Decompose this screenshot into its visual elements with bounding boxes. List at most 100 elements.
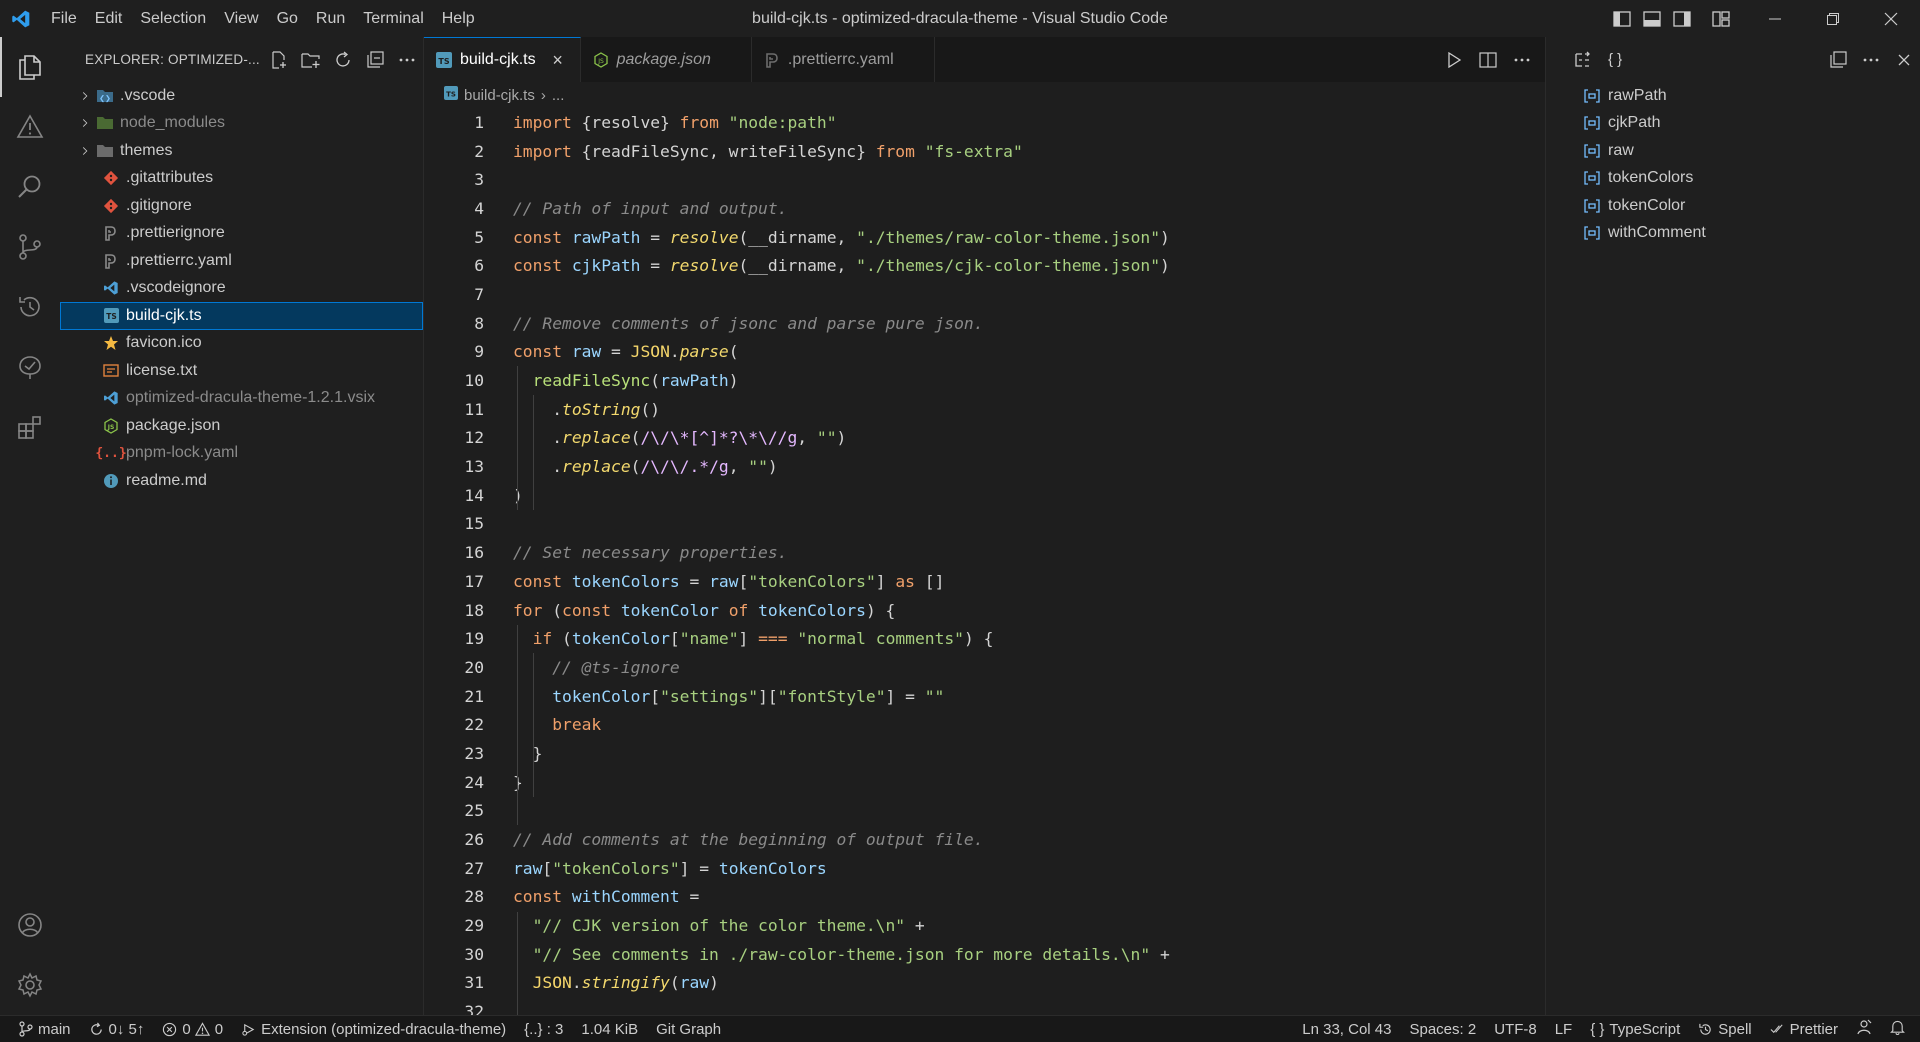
outline-item[interactable]: withComment	[1546, 220, 1920, 248]
menu-terminal[interactable]: Terminal	[354, 0, 432, 37]
problems-icon[interactable]	[0, 97, 60, 157]
file-item[interactable]: license.txt	[60, 357, 423, 385]
refresh-icon[interactable]	[327, 51, 359, 69]
file-item[interactable]: optimized-dracula-theme-1.2.1.vsix	[60, 385, 423, 413]
toggle-primary-sidebar-button[interactable]	[1608, 5, 1636, 33]
extensions-icon[interactable]	[0, 397, 60, 457]
file-item[interactable]: .prettierignore	[60, 220, 423, 248]
toggle-secondary-sidebar-button[interactable]	[1668, 5, 1696, 33]
testing-icon[interactable]	[0, 337, 60, 397]
chevron-right-icon[interactable]	[60, 89, 88, 103]
bracket-status[interactable]: {..} : 3	[515, 1016, 572, 1042]
file-item[interactable]: JS package.json	[60, 412, 423, 440]
breadcrumb-file[interactable]: build-cjk.ts	[464, 87, 535, 104]
notifications-status[interactable]	[1881, 1016, 1914, 1042]
restore-button[interactable]	[1804, 0, 1862, 37]
accounts-icon[interactable]	[0, 895, 60, 955]
outline-view-icon[interactable]	[1574, 51, 1594, 69]
breadcrumb-symbol[interactable]: ...	[552, 87, 565, 104]
language-status[interactable]: { } TypeScript	[1581, 1016, 1689, 1042]
file-name: .gitattributes	[126, 169, 214, 187]
menu-selection[interactable]: Selection	[131, 0, 215, 37]
cursor-position-status[interactable]: Ln 33, Col 43	[1293, 1016, 1400, 1042]
file-item[interactable]: TS build-cjk.ts	[60, 302, 423, 330]
feedback-status[interactable]	[1847, 1016, 1881, 1042]
collapse-all-icon[interactable]	[1821, 50, 1854, 69]
explorer-header: EXPLORER: OPTIMIZED-...	[60, 37, 423, 82]
collapse-all-icon[interactable]	[359, 50, 391, 69]
folder-item[interactable]: themes	[60, 137, 423, 165]
sync-status[interactable]: 0↓ 5↑	[80, 1016, 154, 1042]
problems-status[interactable]: 0 0	[153, 1016, 232, 1042]
eol: LF	[1554, 1020, 1573, 1038]
extension-status[interactable]: Extension (optimized-dracula-theme)	[232, 1016, 515, 1042]
folder-item[interactable]: node_modules	[60, 110, 423, 138]
chevron-right-icon[interactable]	[60, 144, 88, 158]
filesize-status[interactable]: 1.04 KiB	[572, 1016, 647, 1042]
file-item[interactable]: {..} pnpm-lock.yaml	[60, 440, 423, 468]
more-actions-icon[interactable]	[1505, 57, 1539, 63]
more-actions-icon[interactable]	[1854, 57, 1887, 63]
file-name: pnpm-lock.yaml	[126, 444, 239, 462]
file-name: .vscodeignore	[126, 279, 226, 297]
menu-help[interactable]: Help	[433, 0, 484, 37]
new-folder-icon[interactable]	[295, 51, 327, 69]
code-text: readFileSync(rawPath)	[532, 371, 739, 391]
info-icon	[100, 471, 122, 491]
folder-item[interactable]: ❮❯ .vscode	[60, 82, 423, 110]
eol-status[interactable]: LF	[1546, 1016, 1582, 1042]
prettier-status[interactable]: Prettier	[1761, 1016, 1847, 1042]
menu-go[interactable]: Go	[268, 0, 307, 37]
source-control-icon[interactable]	[0, 217, 60, 277]
code-editor[interactable]: 1 import {resolve} from "node:path" 2 impor…	[424, 108, 1545, 1015]
close-icon[interactable]	[1887, 53, 1920, 67]
close-icon[interactable]: ×	[550, 50, 566, 71]
indentation-status[interactable]: Spaces: 2	[1400, 1016, 1485, 1042]
tab-prettierrc[interactable]: .prettierrc.yaml	[751, 37, 935, 82]
code-line: 8 // Remove comments of jsonc and parse p…	[424, 309, 1545, 338]
close-window-button[interactable]	[1862, 0, 1920, 37]
file-name: optimized-dracula-theme-1.2.1.vsix	[126, 389, 375, 407]
braces-icon[interactable]: { }	[1608, 51, 1622, 68]
file-item[interactable]: readme.md	[60, 467, 423, 495]
code-line: 31 JSON.stringify(raw)	[424, 969, 1545, 998]
spell-status[interactable]: Spell	[1689, 1016, 1760, 1042]
timeline-icon[interactable]	[0, 277, 60, 337]
customize-layout-button[interactable]	[1707, 5, 1735, 33]
chevron-right-icon[interactable]	[60, 116, 88, 130]
more-actions-icon[interactable]	[391, 57, 423, 63]
tab-package-json[interactable]: JS package.json	[580, 37, 752, 82]
explorer-icon[interactable]	[0, 37, 60, 97]
code-line: 19 if (tokenColor["name"] === "normal co…	[424, 624, 1545, 653]
tab-build-cjk[interactable]: TS build-cjk.ts ×	[424, 37, 581, 82]
encoding-status[interactable]: UTF-8	[1485, 1016, 1546, 1042]
indent-guide	[517, 911, 518, 1015]
code-text: raw["tokenColors"] = tokenColors	[513, 858, 827, 878]
license-icon	[100, 361, 122, 381]
outline-item[interactable]: raw	[1546, 137, 1920, 165]
file-item[interactable]: favicon.ico	[60, 330, 423, 358]
file-item[interactable]: .gitignore	[60, 192, 423, 220]
menu-file[interactable]: File	[42, 0, 86, 37]
code-line: 21 tokenColor["settings"]["fontStyle"] =…	[424, 682, 1545, 711]
minimize-button[interactable]	[1746, 0, 1804, 37]
code-text: // Remove comments of jsonc and parse pu…	[513, 313, 984, 333]
file-item[interactable]: .gitattributes	[60, 165, 423, 193]
menu-edit[interactable]: Edit	[86, 0, 132, 37]
outline-item[interactable]: tokenColor	[1546, 192, 1920, 220]
menu-view[interactable]: View	[215, 0, 267, 37]
file-item[interactable]: .prettierrc.yaml	[60, 247, 423, 275]
outline-item[interactable]: rawPath	[1546, 82, 1920, 110]
run-icon[interactable]	[1437, 51, 1471, 68]
git-graph-status[interactable]: Git Graph	[647, 1016, 730, 1042]
new-file-icon[interactable]	[263, 50, 295, 69]
split-editor-icon[interactable]	[1471, 51, 1505, 68]
branch-status[interactable]: main	[10, 1016, 80, 1042]
toggle-panel-button[interactable]	[1638, 5, 1666, 33]
outline-item[interactable]: cjkPath	[1546, 110, 1920, 138]
settings-gear-icon[interactable]	[0, 955, 60, 1015]
menu-run[interactable]: Run	[307, 0, 354, 37]
outline-item[interactable]: tokenColors	[1546, 165, 1920, 193]
search-icon[interactable]	[0, 157, 60, 217]
file-item[interactable]: .vscodeignore	[60, 275, 423, 303]
